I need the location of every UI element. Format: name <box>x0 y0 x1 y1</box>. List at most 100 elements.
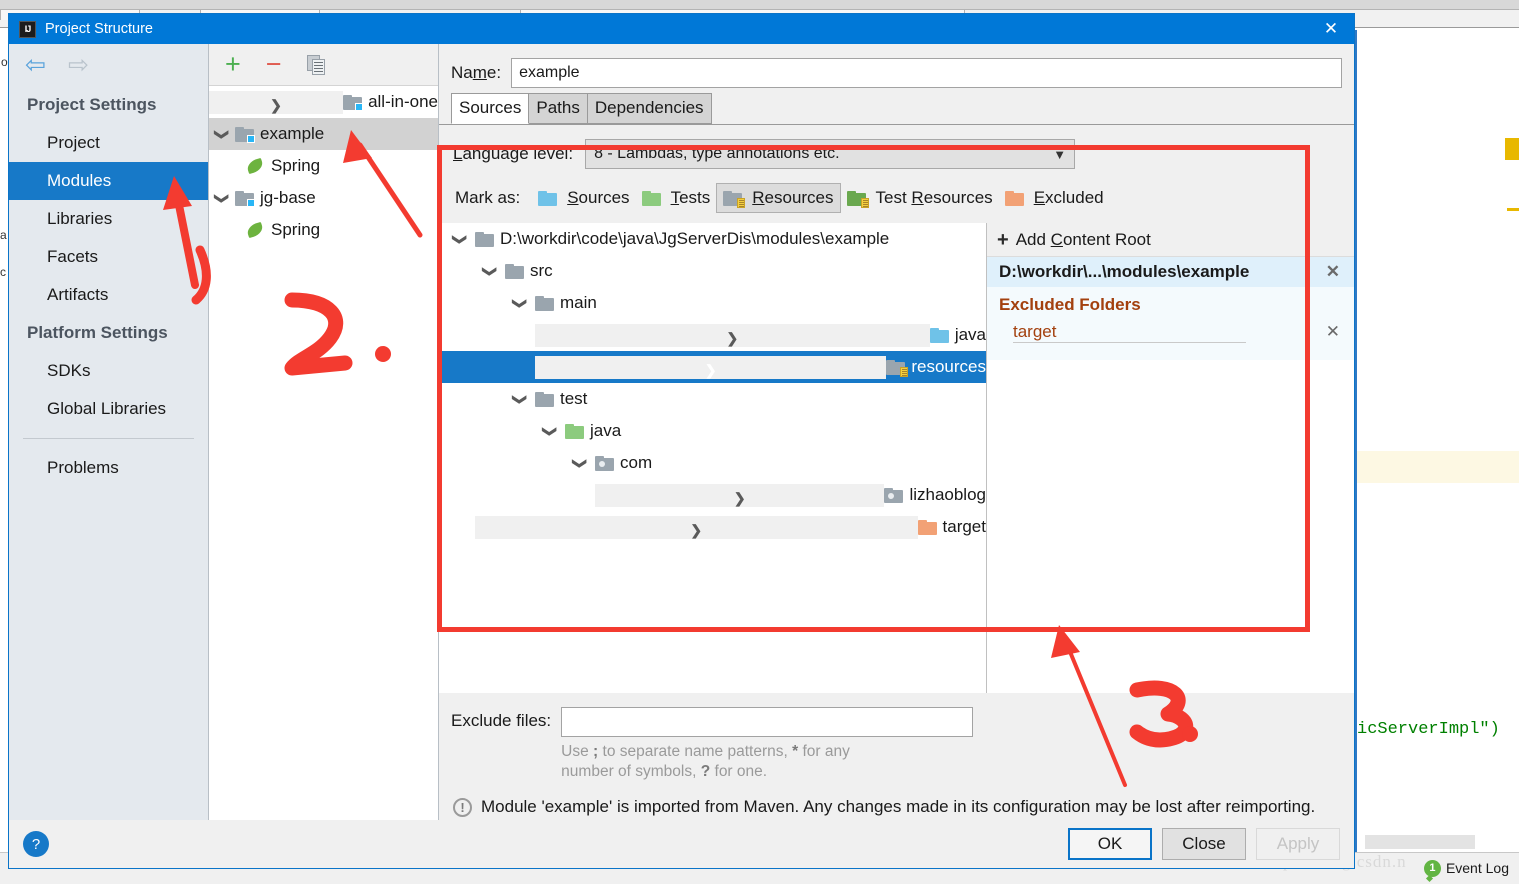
sidebar-item-project[interactable]: Project <box>9 124 208 162</box>
content-root-path: D:\workdir\...\modules\example <box>999 262 1250 281</box>
mark-as-excluded-button[interactable]: Excluded <box>999 184 1110 212</box>
content-root-item[interactable]: D:\workdir\...\modules\example ✕ <box>987 257 1354 287</box>
mark-as-tests-button[interactable]: Tests <box>636 184 717 212</box>
package-icon <box>884 487 904 503</box>
chevron-down-icon[interactable] <box>565 455 595 472</box>
excluded-folder-item[interactable]: target ✕ <box>987 318 1354 346</box>
chevron-right-icon[interactable] <box>209 90 344 114</box>
language-level-select[interactable]: 8 - Lambdas, type annotations etc. ▼ <box>585 139 1076 169</box>
ok-button[interactable]: OK <box>1068 828 1152 860</box>
sidebar-item-modules[interactable]: Modules <box>9 162 208 200</box>
event-log-badge: 1 <box>1423 859 1441 877</box>
module-facet-spring-example[interactable]: Spring <box>209 150 438 182</box>
module-facet-spring-jg-base[interactable]: Spring <box>209 214 438 246</box>
chevron-down-icon[interactable] <box>505 391 535 408</box>
event-log-button[interactable]: 1 Event Log <box>1418 856 1515 880</box>
module-tree-item-jg-base[interactable]: jg-base <box>209 182 438 214</box>
mark-as-resources-button[interactable]: Resources <box>716 183 841 213</box>
tab-paths[interactable]: Paths <box>528 93 588 124</box>
close-icon[interactable]: ✕ <box>1312 262 1354 282</box>
mark-as-sources-button[interactable]: Sources <box>532 184 635 212</box>
chevron-down-icon[interactable] <box>209 126 235 143</box>
info-icon: ! <box>453 798 472 818</box>
package-icon <box>595 455 614 471</box>
folder-icon <box>535 391 554 407</box>
close-button[interactable]: Close <box>1162 828 1246 860</box>
sidebar-divider <box>23 438 194 439</box>
dialog-title: Project Structure <box>45 21 153 37</box>
sidebar-item-global-libraries[interactable]: Global Libraries <box>9 390 208 428</box>
facet-label: Spring <box>271 220 321 239</box>
arrow-left-icon[interactable]: ⇦ <box>25 52 46 78</box>
mark-as-sources-label: Sources <box>567 188 630 207</box>
sidebar-group-platform-settings: Platform Settings <box>27 323 168 342</box>
content-root-tree[interactable]: D:\workdir\code\java\JgServerDis\modules… <box>439 223 986 693</box>
apply-button[interactable]: Apply <box>1256 828 1340 860</box>
editor-warning-stripe <box>1507 208 1519 211</box>
chevron-down-icon[interactable] <box>535 423 565 440</box>
module-name-label: Name: <box>451 63 502 82</box>
arrow-right-icon[interactable]: ⇨ <box>68 52 89 78</box>
chevron-right-icon[interactable] <box>535 355 887 379</box>
editor-highlighted-line <box>1357 451 1519 483</box>
tree-row[interactable]: test <box>439 383 986 415</box>
module-tree-item-all-in-one[interactable]: all-in-one <box>209 86 438 118</box>
tab-dependencies[interactable]: Dependencies <box>586 93 712 124</box>
editor-warning-stripe <box>1505 138 1519 160</box>
modules-panel: + − all-in-one <box>209 44 439 820</box>
tree-row[interactable]: com <box>439 447 986 479</box>
help-icon[interactable]: ? <box>23 831 49 857</box>
mark-as-test-resources-button[interactable]: Test Resources <box>841 184 999 212</box>
editor-scroll-thumb[interactable] <box>1365 835 1475 849</box>
folder-resources-icon <box>723 190 746 208</box>
chevron-down-icon[interactable]: ▼ <box>1053 147 1066 162</box>
module-tree-item-example[interactable]: example <box>209 118 438 150</box>
tree-row[interactable]: java <box>439 415 986 447</box>
sidebar-group-project-settings: Project Settings <box>27 95 157 114</box>
folder-test-resources-icon <box>846 190 869 208</box>
project-structure-dialog: IJ Project Structure ✕ ⇦ ⇨ Project Setti… <box>8 13 1355 869</box>
tree-row[interactable]: java <box>439 319 986 351</box>
intellij-idea-icon: IJ <box>19 20 36 38</box>
chevron-down-icon[interactable] <box>475 263 505 280</box>
sidebar-item-facets[interactable]: Facets <box>9 238 208 276</box>
tree-row[interactable]: resources <box>439 351 986 383</box>
tree-item-label: src <box>530 261 553 280</box>
chevron-down-icon[interactable] <box>445 231 475 248</box>
module-name-input[interactable] <box>511 58 1342 88</box>
plus-icon[interactable]: + <box>225 51 241 78</box>
tree-row[interactable]: lizhaoblog <box>439 479 986 511</box>
chevron-down-icon[interactable] <box>209 190 235 207</box>
copy-icon[interactable] <box>306 54 326 75</box>
tree-item-label: java <box>590 421 622 440</box>
folder-module-icon <box>235 126 255 143</box>
tree-row[interactable]: D:\workdir\code\java\JgServerDis\modules… <box>439 223 986 255</box>
tree-row[interactable]: target <box>439 511 986 543</box>
tree-row[interactable]: src <box>439 255 986 287</box>
add-content-root-label: Add Content Root <box>1015 229 1151 249</box>
dialog-body: ⇦ ⇨ Project Settings Project Modules Lib… <box>9 44 1354 820</box>
tree-item-label: test <box>560 389 588 408</box>
exclude-files-hint: Use ; to separate name patterns, * for a… <box>561 742 850 781</box>
minus-icon[interactable]: − <box>266 51 282 78</box>
sidebar-item-libraries[interactable]: Libraries <box>9 200 208 238</box>
folder-icon <box>505 263 524 279</box>
tree-row[interactable]: main <box>439 287 986 319</box>
chevron-right-icon[interactable] <box>535 323 930 347</box>
tab-sources[interactable]: Sources <box>451 93 530 124</box>
sidebar-item-artifacts[interactable]: Artifacts <box>9 276 208 314</box>
chevron-right-icon[interactable] <box>475 515 918 539</box>
add-content-root-button[interactable]: + Add Content Root <box>987 223 1354 257</box>
folder-excluded-icon <box>917 519 937 535</box>
content-roots-pane: + Add Content Root D:\workdir\...\module… <box>986 223 1354 693</box>
bg-text-fragment: c <box>0 265 6 279</box>
exclude-files-input[interactable] <box>561 706 974 737</box>
sidebar-item-problems[interactable]: Problems <box>9 449 208 487</box>
close-icon[interactable]: ✕ <box>1308 14 1354 44</box>
chevron-down-icon[interactable] <box>505 295 535 312</box>
ide-toolbar-strip <box>0 0 1519 10</box>
chevron-right-icon[interactable] <box>595 483 885 507</box>
mark-as-tests-label: Tests <box>670 188 711 207</box>
close-icon[interactable]: ✕ <box>1312 322 1354 342</box>
sidebar-item-sdks[interactable]: SDKs <box>9 352 208 390</box>
